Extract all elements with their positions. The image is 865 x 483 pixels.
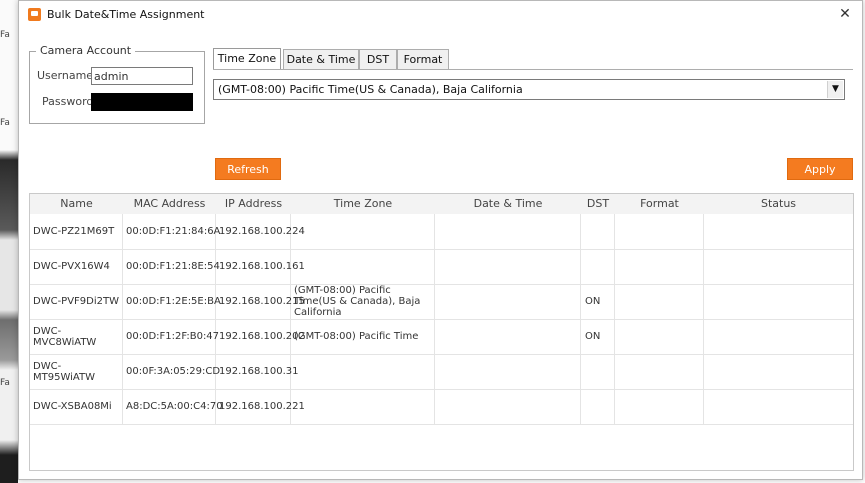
column-header-status[interactable]: Status — [704, 194, 853, 214]
background-label: Fa — [0, 378, 10, 388]
cell-ip-address: 192.168.100.224 — [216, 214, 305, 249]
cell-date-time — [435, 319, 581, 354]
password-label: Password — [42, 95, 94, 108]
refresh-button[interactable]: Refresh — [215, 158, 281, 180]
column-header-date-time[interactable]: Date & Time — [435, 194, 581, 214]
username-input[interactable] — [91, 67, 193, 85]
cell-format — [615, 214, 704, 249]
column-header-dst[interactable]: DST — [581, 194, 615, 214]
tab-dst[interactable]: DST — [359, 49, 397, 69]
camera-table: Name MAC Address IP Address Time Zone Date &… — [29, 193, 854, 471]
background-app-strip — [0, 0, 18, 483]
app-icon — [28, 8, 41, 21]
cell-date-time — [435, 249, 581, 284]
cell-mac-address: 00:0D:F1:21:84:6A — [123, 214, 220, 249]
cell-status — [704, 284, 853, 319]
cell-status — [704, 319, 853, 354]
chevron-down-icon[interactable]: ▼ — [827, 81, 843, 98]
tab-time-zone[interactable]: Time Zone — [213, 48, 281, 70]
cell-ip-address: 192.168.100.31 — [216, 354, 299, 389]
cell-time-zone: (GMT-08:00) Pacific Time(US & Canada), B… — [291, 284, 435, 319]
cell-time-zone: (GMT-08:00) Pacific Time — [291, 319, 435, 354]
cell-status — [704, 249, 853, 284]
cell-status — [704, 214, 853, 249]
apply-button[interactable]: Apply — [787, 158, 853, 180]
cell-ip-address: 192.168.100.202 — [216, 319, 305, 354]
cell-mac-address: A8:DC:5A:00:C4:70 — [123, 389, 223, 424]
cell-name: DWC-PVX16W4 — [30, 249, 123, 284]
bulk-datetime-dialog: Bulk Date&Time Assignment ✕ Camera Accou… — [18, 0, 863, 480]
cell-mac-address: 00:0D:F1:2E:5E:BA — [123, 284, 221, 319]
close-button[interactable]: ✕ — [836, 5, 854, 23]
cell-format — [615, 354, 704, 389]
cell-dst — [581, 249, 615, 284]
title-bar: Bulk Date&Time Assignment ✕ — [19, 1, 862, 29]
timezone-dropdown[interactable]: (GMT-08:00) Pacific Time(US & Canada), B… — [213, 79, 845, 100]
cell-status — [704, 354, 853, 389]
tab-format[interactable]: Format — [397, 49, 449, 69]
table-header: Name MAC Address IP Address Time Zone Date &… — [30, 194, 853, 214]
cell-format — [615, 284, 704, 319]
cell-dst — [581, 389, 615, 424]
cell-mac-address: 00:0D:F1:21:8E:54 — [123, 249, 220, 284]
cell-ip-address: 192.168.100.161 — [216, 249, 305, 284]
cell-name: DWC-PZ21M69T — [30, 214, 123, 249]
camera-account-group: Camera Account Username Password — [29, 44, 205, 124]
cell-format — [615, 319, 704, 354]
cell-time-zone — [291, 249, 435, 284]
cell-time-zone — [291, 354, 435, 389]
username-label: Username — [37, 69, 94, 82]
cell-format — [615, 249, 704, 284]
table-row[interactable]: DWC-PVX16W4 00:0D:F1:21:8E:54 192.168.100.… — [30, 249, 853, 285]
cell-date-time — [435, 214, 581, 249]
cell-name: DWC-MT95WiATW — [30, 354, 123, 389]
cell-dst — [581, 214, 615, 249]
cell-name: DWC-PVF9Di2TW — [30, 284, 123, 319]
cell-dst: ON — [581, 319, 615, 354]
cell-mac-address: 00:0D:F1:2F:B0:47 — [123, 319, 219, 354]
table-row[interactable]: DWC-XSBA08Mi A8:DC:5A:00:C4:70 192.168.100… — [30, 389, 853, 425]
cell-mac-address: 00:0F:3A:05:29:CD — [123, 354, 220, 389]
cell-name: DWC-MVC8WiATW — [30, 319, 123, 354]
timezone-selected-value: (GMT-08:00) Pacific Time(US & Canada), B… — [218, 83, 523, 96]
cell-ip-address: 192.168.100.221 — [216, 389, 305, 424]
cell-date-time — [435, 354, 581, 389]
cell-dst: ON — [581, 284, 615, 319]
column-header-mac-address[interactable]: MAC Address — [123, 194, 216, 214]
time-zone-panel: (GMT-08:00) Pacific Time(US & Canada), B… — [213, 69, 853, 116]
cell-time-zone — [291, 214, 435, 249]
column-header-ip-address[interactable]: IP Address — [216, 194, 291, 214]
cell-status — [704, 389, 853, 424]
column-header-name[interactable]: Name — [30, 194, 123, 214]
table-row[interactable]: DWC-PZ21M69T 00:0D:F1:21:84:6A 192.168.100… — [30, 214, 853, 250]
password-input[interactable] — [91, 93, 193, 111]
column-header-format[interactable]: Format — [615, 194, 704, 214]
background-label: Fa — [0, 118, 10, 128]
cell-ip-address: 192.168.100.215 — [216, 284, 305, 319]
dialog-title: Bulk Date&Time Assignment — [47, 8, 205, 21]
cell-dst — [581, 354, 615, 389]
camera-account-legend: Camera Account — [36, 44, 136, 57]
cell-name: DWC-XSBA08Mi — [30, 389, 123, 424]
cell-date-time — [435, 389, 581, 424]
table-row[interactable]: DWC-MVC8WiATW 00:0D:F1:2F:B0:47 192.168.10… — [30, 319, 853, 355]
cell-date-time — [435, 284, 581, 319]
background-label: Fa — [0, 30, 10, 40]
cell-format — [615, 389, 704, 424]
tab-date-time[interactable]: Date & Time — [283, 49, 359, 69]
table-row[interactable]: DWC-PVF9Di2TW 00:0D:F1:2E:5E:BA 192.168.10… — [30, 284, 853, 320]
cell-time-zone — [291, 389, 435, 424]
column-header-time-zone[interactable]: Time Zone — [291, 194, 435, 214]
table-row[interactable]: DWC-MT95WiATW 00:0F:3A:05:29:CD 192.168.10… — [30, 354, 853, 390]
